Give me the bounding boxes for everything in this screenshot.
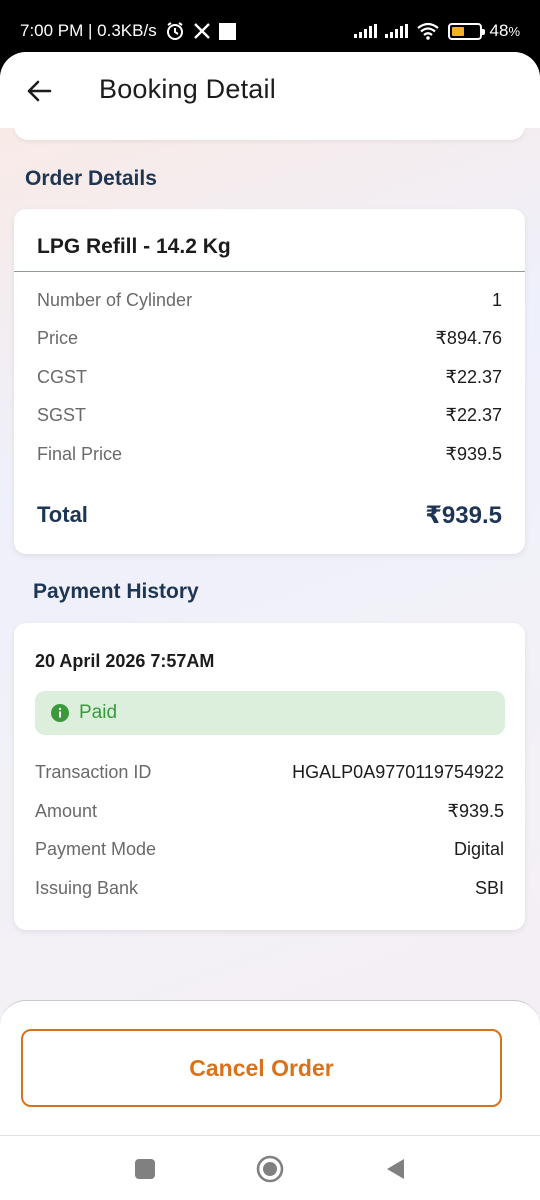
- alarm-icon: [166, 22, 183, 40]
- status-badge: Paid: [35, 691, 505, 735]
- row-label: Number of Cylinder: [37, 289, 193, 310]
- arrow-left-icon[interactable]: [24, 76, 54, 106]
- payment-history-card: 20 April 2026 7:57AM Paid Transaction ID…: [14, 623, 525, 930]
- status-time: 7:00 PM | 0.3KB/s: [20, 21, 157, 40]
- product-name: LPG Refill - 14.2 Kg: [37, 235, 231, 258]
- row-label: Amount: [35, 800, 98, 821]
- pay-row-payment-mode: Payment Mode Digital: [35, 836, 504, 862]
- notification-square-icon: [218, 22, 236, 40]
- row-value: ₹22.37: [445, 366, 503, 387]
- row-label: Final Price: [37, 443, 123, 464]
- system-nav-bar: [0, 1135, 540, 1200]
- row-value: SBI: [474, 877, 504, 898]
- home-circle-icon[interactable]: [256, 1155, 284, 1183]
- battery-percent: 48%: [489, 21, 520, 40]
- row-label: SGST: [37, 404, 87, 425]
- battery-icon: [447, 22, 485, 40]
- row-value: ₹939.5: [445, 443, 503, 464]
- payment-date: 20 April 2026 7:57AM: [35, 651, 215, 671]
- row-value: ₹22.37: [445, 404, 503, 425]
- order-total-row: Total ₹939.5: [37, 499, 502, 531]
- x-logo-icon: [193, 23, 210, 39]
- page-title: Booking Detail: [99, 74, 276, 104]
- pay-row-amount: Amount ₹939.5: [35, 798, 504, 824]
- order-row-cylinders: Number of Cylinder 1: [37, 287, 502, 313]
- order-row-cgst: CGST ₹22.37: [37, 364, 502, 390]
- app-screen: Booking Detail Order Details LPG Refill …: [0, 52, 540, 1135]
- row-label: Issuing Bank: [35, 877, 139, 898]
- row-value: 1: [491, 289, 502, 310]
- row-label: Payment Mode: [35, 838, 157, 859]
- order-row-final-price: Final Price ₹939.5: [37, 441, 502, 467]
- order-row-price: Price ₹894.76: [37, 325, 502, 351]
- pay-row-transaction-id: Transaction ID HGALP0A9770119754922: [35, 759, 504, 785]
- payment-history-title: Payment History: [33, 580, 199, 603]
- info-icon: [51, 704, 69, 722]
- row-value: ₹894.76: [435, 327, 502, 348]
- total-label: Total: [37, 502, 88, 527]
- app-header: Booking Detail: [0, 52, 540, 128]
- divider: [14, 271, 525, 272]
- row-value: ₹939.5: [447, 800, 505, 821]
- row-value: HGALP0A9770119754922: [292, 761, 504, 782]
- row-label: Transaction ID: [35, 761, 152, 782]
- wifi-icon: [416, 22, 439, 40]
- row-label: Price: [37, 327, 79, 348]
- back-triangle-icon[interactable]: [382, 1155, 410, 1183]
- status-text: Paid: [79, 702, 118, 723]
- order-details-title: Order Details: [25, 167, 157, 190]
- total-value: ₹939.5: [425, 501, 502, 529]
- signal-icon: [353, 24, 377, 38]
- recents-square-icon[interactable]: [131, 1155, 159, 1183]
- battery-level-fill: [451, 26, 464, 36]
- order-details-card: LPG Refill - 14.2 Kg Number of Cylinder …: [14, 209, 525, 554]
- pay-row-issuing-bank: Issuing Bank SBI: [35, 875, 504, 901]
- order-row-sgst: SGST ₹22.37: [37, 402, 502, 428]
- row-label: CGST: [37, 366, 88, 387]
- row-value: Digital: [453, 838, 504, 859]
- cancel-order-button[interactable]: Cancel Order: [21, 1029, 502, 1107]
- bottom-action-panel: Cancel Order: [0, 1000, 540, 1135]
- signal-icon: [384, 24, 408, 38]
